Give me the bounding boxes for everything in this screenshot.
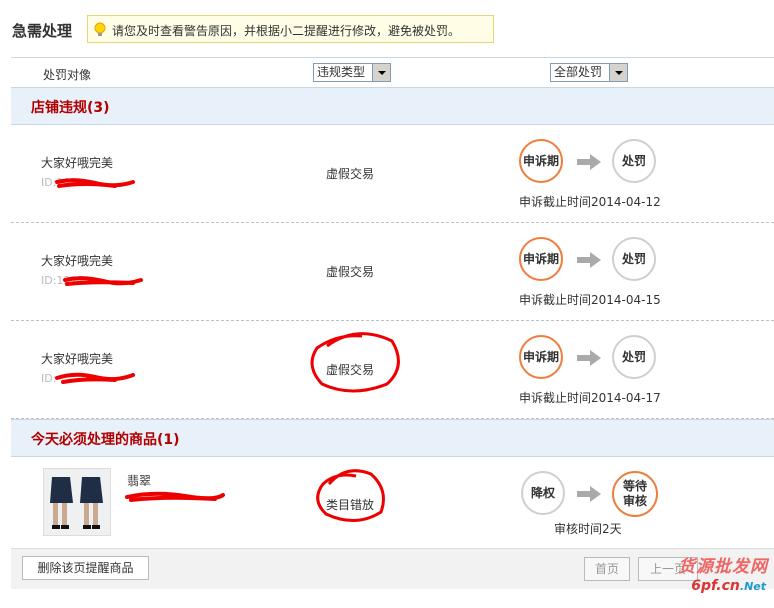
shop-name: 大家好哦完美 <box>41 352 114 366</box>
step-punish: 处罚 <box>612 139 656 183</box>
delete-reminders-button[interactable]: 删除该页提醒商品 <box>22 556 149 580</box>
step-awaiting-review: 等待审核 <box>612 471 658 517</box>
arrow-right-icon <box>577 350 601 366</box>
chevron-down-icon[interactable] <box>609 64 627 81</box>
shop-name: 大家好哦完美 <box>41 156 114 170</box>
section-title: 今天必须处理的商品(1) <box>31 432 180 448</box>
deadline-text: 申诉截止时间2014-04-17 <box>519 391 661 405</box>
punishment-select[interactable]: 全部处罚 <box>550 63 628 82</box>
first-page-button[interactable]: 首页 <box>584 557 630 581</box>
goods-header: 今天必须处理的商品(1) <box>11 419 774 457</box>
arrow-right-icon <box>577 486 601 502</box>
table-row: 大家好哦完美 ID: 虚假交易 申诉期 处罚 申诉截止时间2014-04-17 <box>11 320 774 419</box>
watermark-domain: 6pf.cn <box>691 578 740 594</box>
violation-type: 虚假交易 <box>326 363 375 377</box>
tip-text: 请您及时查看警告原因，并根据小二提醒进行修改，避免被处罚。 <box>112 24 461 38</box>
shop-name: 大家好哦完美 <box>41 254 114 268</box>
product-thumbnail[interactable] <box>43 468 111 536</box>
deadline-text: 申诉截止时间2014-04-15 <box>519 293 661 307</box>
chevron-down-icon[interactable] <box>372 64 390 81</box>
section-title: 店铺违规(3) <box>31 100 110 116</box>
step-appeal: 申诉期 <box>519 335 563 379</box>
step-demote: 降权 <box>521 471 565 515</box>
watermark-url: 6pf.cn.Net <box>691 578 766 594</box>
top-header: 急需处理 请您及时查看警告原因，并根据小二提醒进行修改，避免被处罚。 <box>0 0 774 55</box>
review-time-text: 审核时间2天 <box>554 522 622 536</box>
redaction-scribble <box>55 178 135 188</box>
table-row: 大家好哦完美 ID:102 虚假交易 申诉期 处罚 申诉截止时间2014-04-… <box>11 124 774 223</box>
step-punish: 处罚 <box>612 237 656 281</box>
violation-type-value: 违规类型 <box>317 65 366 79</box>
table-row: 大家好哦完美 ID:1227 虚假交易 申诉期 处罚 申诉截止时间2014-04… <box>11 222 774 321</box>
punishment-value: 全部处罚 <box>554 65 603 79</box>
step-appeal: 申诉期 <box>519 237 563 281</box>
skirt-image <box>44 469 110 535</box>
filter-bar: 处罚对像 违规类型 全部处罚 <box>11 57 774 87</box>
watermark-text: 货源批发网 <box>678 557 768 577</box>
deadline-text: 申诉截止时间2014-04-12 <box>519 195 661 209</box>
redaction-scribble <box>63 276 143 286</box>
step-appeal: 申诉期 <box>519 139 563 183</box>
arrow-right-icon <box>577 252 601 268</box>
redaction-scribble <box>125 491 225 502</box>
violation-type: 类目错放 <box>326 498 375 512</box>
step-punish: 处罚 <box>612 335 656 379</box>
table-row: 翡翠 类目错放 降权 等待审核 审核时间2天 <box>11 456 774 546</box>
page-title: 急需处理 <box>12 22 73 40</box>
arrow-right-icon <box>577 154 601 170</box>
product-name[interactable]: 翡翠 <box>127 472 151 489</box>
object-column-label: 处罚对像 <box>43 68 92 82</box>
lightbulb-icon <box>94 22 106 36</box>
bottom-bar: 删除该页提醒商品 首页 上一页 <box>11 548 774 589</box>
watermark-tld: .Net <box>739 580 766 593</box>
violation-type-select[interactable]: 违规类型 <box>313 63 391 82</box>
circle-annotation <box>316 469 385 522</box>
violation-type: 虚假交易 <box>326 167 375 181</box>
warning-tip: 请您及时查看警告原因，并根据小二提醒进行修改，避免被处罚。 <box>87 15 494 43</box>
violation-type: 虚假交易 <box>326 265 375 279</box>
store-violation-header: 店铺违规(3) <box>11 87 774 125</box>
redaction-scribble <box>55 372 135 384</box>
